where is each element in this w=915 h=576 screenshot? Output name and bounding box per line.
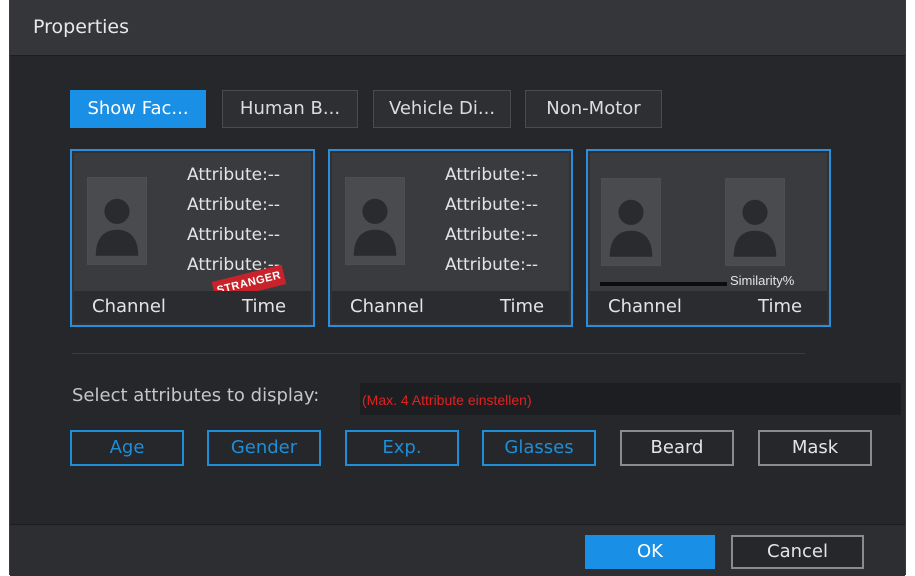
- face-compare-card: Similarity% Channel Time: [586, 149, 831, 327]
- person-silhouette-icon: [725, 178, 785, 266]
- tab-vehicle-display[interactable]: Vehicle Di...: [373, 90, 511, 128]
- person-silhouette-icon: [601, 178, 661, 266]
- similarity-bar: [600, 282, 727, 286]
- time-label: Time: [242, 296, 287, 317]
- time-label: Time: [758, 296, 803, 317]
- attribute-expression-button[interactable]: Exp.: [345, 430, 459, 466]
- attribute-line: Attribute:--: [187, 225, 281, 245]
- dialog-title: Properties: [33, 16, 130, 38]
- channel-label: Channel: [608, 296, 682, 317]
- attribute-gender-button[interactable]: Gender: [207, 430, 321, 466]
- time-label: Time: [500, 296, 545, 317]
- max-attributes-hint-text: (Max. 4 Attribute einstellen): [362, 392, 532, 408]
- channel-label: Channel: [350, 296, 424, 317]
- preview-footer: Channel Time: [332, 291, 569, 323]
- channel-label: Channel: [92, 296, 166, 317]
- attribute-line: Attribute:--: [445, 225, 539, 245]
- properties-dialog: Properties Show Fac... Human B... Vehicl…: [9, 0, 906, 576]
- attribute-line: Attribute:--: [445, 255, 539, 275]
- attribute-beard-button[interactable]: Beard: [620, 430, 734, 466]
- attribute-glasses-button[interactable]: Glasses: [482, 430, 596, 466]
- ok-button[interactable]: OK: [585, 535, 715, 569]
- attribute-age-button[interactable]: Age: [70, 430, 184, 466]
- attribute-line: Attribute:--: [445, 195, 539, 215]
- attribute-mask-button[interactable]: Mask: [758, 430, 872, 466]
- preview-footer: Channel Time: [74, 291, 311, 323]
- face-preview-card: Attribute:-- Attribute:-- Attribute:-- A…: [328, 149, 573, 327]
- select-attributes-label: Select attributes to display:: [72, 385, 320, 406]
- max-attributes-hint: (Max. 4 Attribute einstellen): [360, 383, 901, 415]
- person-silhouette-icon: [87, 177, 147, 265]
- title-bar: Properties: [10, 0, 905, 56]
- person-silhouette-icon: [345, 177, 405, 265]
- attribute-line: Attribute:--: [187, 195, 281, 215]
- tab-human-body[interactable]: Human B...: [222, 90, 358, 128]
- tab-non-motor[interactable]: Non-Motor: [525, 90, 662, 128]
- section-divider: [72, 353, 805, 354]
- face-preview-card: Attribute:-- Attribute:-- Attribute:-- A…: [70, 149, 315, 327]
- attribute-line: Attribute:--: [445, 165, 539, 185]
- cancel-button[interactable]: Cancel: [731, 535, 864, 569]
- similarity-label: Similarity%: [730, 273, 795, 288]
- attribute-line: Attribute:--: [187, 165, 281, 185]
- tab-show-face[interactable]: Show Fac...: [70, 90, 206, 128]
- preview-footer: Channel Time: [590, 291, 827, 323]
